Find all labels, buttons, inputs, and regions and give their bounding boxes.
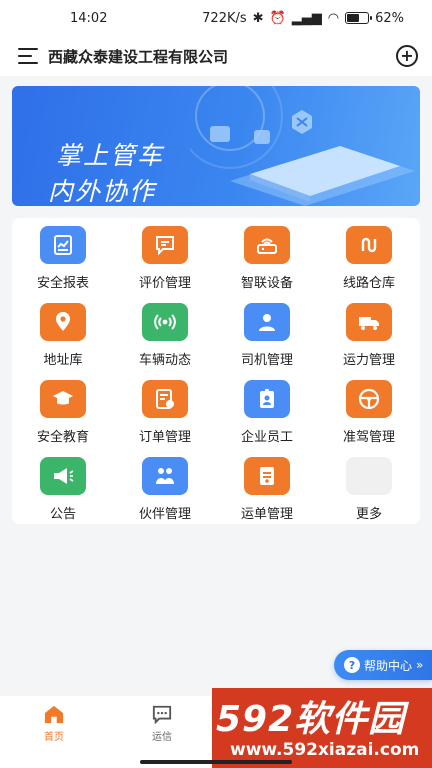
grid-item-capacity[interactable]: 运力管理 <box>318 301 420 378</box>
help-center-label: 帮助中心 <box>364 658 413 673</box>
grid-label: 地址库 <box>43 353 83 368</box>
grid-label: 评价管理 <box>138 276 191 291</box>
home-icon <box>44 705 64 724</box>
banner-title-line2: 内外协作 <box>48 177 157 206</box>
grid-item-partners[interactable]: 伙伴管理 <box>114 455 216 532</box>
megaphone-icon <box>40 457 86 495</box>
order-icon <box>142 380 188 418</box>
grid-item-order[interactable]: 订单管理 <box>114 378 216 455</box>
banner-illustration <box>190 86 415 206</box>
promo-banner[interactable]: 掌上管车 内外协作 <box>12 86 420 206</box>
steering-wheel-icon <box>346 380 392 418</box>
tab-label: 运信 <box>152 732 172 743</box>
banner-title-line1: 掌上管车 <box>56 141 165 170</box>
grid-label: 车辆动态 <box>138 353 191 368</box>
grid-item-driver[interactable]: 司机管理 <box>216 301 318 378</box>
signal-broadcast-icon <box>142 303 188 341</box>
grid-label: 司机管理 <box>240 353 293 368</box>
help-center-button[interactable]: ? 帮助中心 » <box>334 650 432 680</box>
grid-item-driving-permit[interactable]: 准驾管理 <box>318 378 420 455</box>
add-icon[interactable]: + <box>396 45 418 67</box>
grid-label: 企业员工 <box>240 430 293 445</box>
comment-icon <box>142 226 188 264</box>
grid-item-evaluation[interactable]: 评价管理 <box>114 224 216 301</box>
bluetooth-icon: ✱ <box>252 10 264 26</box>
grid-item-more[interactable]: 更多 <box>318 455 420 532</box>
message-icon <box>152 705 172 724</box>
grid-label: 安全报表 <box>36 276 89 291</box>
grid-item-vehicle-status[interactable]: 车辆动态 <box>114 301 216 378</box>
signal-icon: ▂▄▆ <box>291 10 322 26</box>
question-icon: ? <box>344 657 360 673</box>
tab-label: 首页 <box>44 732 64 743</box>
status-time: 14:02 <box>70 10 108 26</box>
watermark-brand: 592软件园 <box>216 699 406 740</box>
grid-item-smart-device[interactable]: 智联设备 <box>216 224 318 301</box>
watermark-overlay: 592软件园 www.592xiazai.com <box>212 688 432 768</box>
tab-messages[interactable]: 运信 <box>108 696 216 768</box>
battery-percent: 62% <box>375 10 404 26</box>
grid-label: 准驾管理 <box>342 430 395 445</box>
truck-icon <box>346 303 392 341</box>
more-apps-icon <box>346 457 392 495</box>
network-speed: 722K/s <box>202 10 247 26</box>
grid-label: 运单管理 <box>240 507 293 522</box>
waybill-icon <box>244 457 290 495</box>
grid-label: 智联设备 <box>240 276 293 291</box>
double-chevron-icon: » <box>416 658 424 672</box>
grid-item-route-warehouse[interactable]: 线路仓库 <box>318 224 420 301</box>
grid-item-waybill[interactable]: 运单管理 <box>216 455 318 532</box>
partners-icon <box>142 457 188 495</box>
driver-icon <box>244 303 290 341</box>
grid-item-safety-report[interactable]: 安全报表 <box>12 224 114 301</box>
function-grid: 安全报表 评价管理 智联设备 线路仓库 地址库 车辆动态 司机管理 运力管理 安… <box>12 218 420 524</box>
graduation-cap-icon <box>40 380 86 418</box>
grid-label: 安全教育 <box>36 430 89 445</box>
grid-label: 订单管理 <box>138 430 191 445</box>
grid-item-announcement[interactable]: 公告 <box>12 455 114 532</box>
grid-item-address[interactable]: 地址库 <box>12 301 114 378</box>
alarm-icon: ⏰ <box>269 10 286 26</box>
status-indicators: 722K/s ✱ ⏰ ▂▄▆ ◠ 62% <box>202 11 404 26</box>
app-header: 西藏众泰建设工程有限公司 + <box>0 36 432 76</box>
home-indicator <box>140 760 292 764</box>
device-icon <box>244 226 290 264</box>
grid-label: 公告 <box>49 507 76 522</box>
grid-item-safety-education[interactable]: 安全教育 <box>12 378 114 455</box>
menu-icon[interactable] <box>18 48 40 64</box>
chart-report-icon <box>40 226 86 264</box>
status-bar: 14:02 722K/s ✱ ⏰ ▂▄▆ ◠ 62% <box>0 0 432 36</box>
company-name: 西藏众泰建设工程有限公司 <box>48 47 229 66</box>
grid-label: 运力管理 <box>342 353 395 368</box>
battery-icon <box>345 12 373 24</box>
grid-label: 线路仓库 <box>342 276 395 291</box>
route-icon <box>346 226 392 264</box>
watermark-url: www.592xiazai.com <box>230 740 420 760</box>
grid-label: 伙伴管理 <box>138 507 191 522</box>
wifi-icon: ◠ <box>327 10 340 26</box>
grid-label: 更多 <box>355 507 382 522</box>
grid-item-employees[interactable]: 企业员工 <box>216 378 318 455</box>
badge-icon <box>244 380 290 418</box>
location-pin-icon <box>40 303 86 341</box>
tab-home[interactable]: 首页 <box>0 696 108 768</box>
